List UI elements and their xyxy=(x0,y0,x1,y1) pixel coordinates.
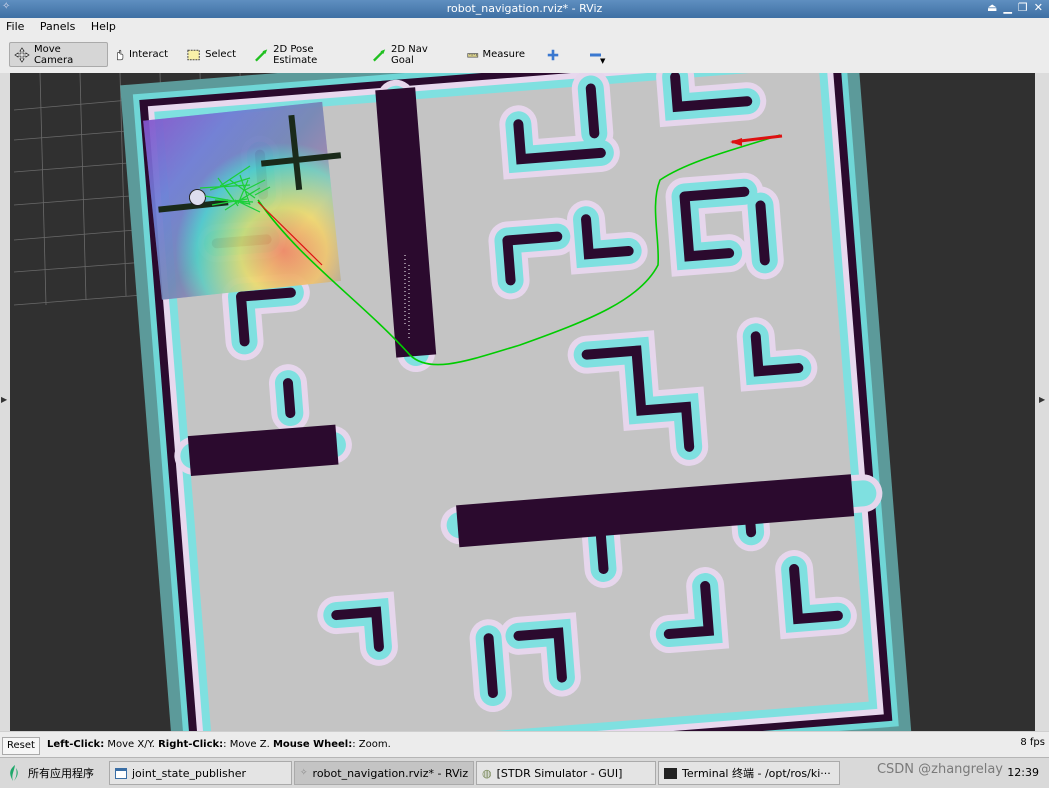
watermark: CSDN @zhangrelay xyxy=(876,762,1003,777)
select-rect-icon xyxy=(187,49,200,60)
pose-arrow-icon xyxy=(255,48,268,62)
title-bar: ✧ robot_navigation.rviz* - RViz ⏏ ▁ ❐ ✕ xyxy=(0,0,1049,18)
task-label: joint_state_publisher xyxy=(132,766,247,780)
hint-left-key: Left-Click: xyxy=(47,739,105,750)
menu-file[interactable]: File xyxy=(0,18,30,33)
move-camera-tool[interactable]: Move Camera xyxy=(9,42,108,67)
ruler-icon xyxy=(467,52,479,58)
chevron-down-icon: ▼ xyxy=(600,56,606,65)
start-menu[interactable]: 所有应用程序 xyxy=(2,761,98,785)
select-label: Select xyxy=(205,49,236,60)
start-logo-icon xyxy=(10,765,18,781)
close-button[interactable]: ✕ xyxy=(1034,1,1043,14)
menu-bar: File Panels Help xyxy=(0,18,1049,37)
fps-counter: 8 fps xyxy=(1020,737,1045,748)
render-view[interactable] xyxy=(10,73,1035,731)
right-panel-handle[interactable]: ▶ xyxy=(1035,73,1049,731)
expand-right-icon: ▶ xyxy=(1039,395,1046,404)
plus-icon xyxy=(547,49,559,60)
reset-button[interactable]: Reset xyxy=(2,737,40,755)
measure-label: Measure xyxy=(482,49,526,60)
interact-tool[interactable]: Interact xyxy=(110,42,172,67)
menu-panels[interactable]: Panels xyxy=(34,18,81,33)
remove-tool-button[interactable]: ▼ xyxy=(584,42,612,67)
window-icon xyxy=(115,767,127,779)
left-panel-handle[interactable]: ▶ xyxy=(0,73,10,731)
select-tool[interactable]: Select xyxy=(182,42,240,67)
start-label: 所有应用程序 xyxy=(28,767,94,780)
mouse-hint: Left-Click: Move X/Y. Right-Click:: Move… xyxy=(47,739,391,750)
add-tool-button[interactable] xyxy=(542,42,564,67)
hint-right-key: Right-Click: xyxy=(158,739,224,750)
hint-left-text: Move X/Y. xyxy=(104,739,159,750)
tool-bar: Move Camera Interact Select 2D Pose Esti… xyxy=(0,37,1049,74)
nav-goal-tool[interactable]: 2D Nav Goal xyxy=(368,42,454,67)
expand-left-icon: ▶ xyxy=(1,395,8,404)
hand-pointer-icon xyxy=(117,49,124,60)
move-camera-label: Move Camera xyxy=(33,43,74,66)
hint-right-text: : Move Z. xyxy=(223,739,273,750)
task-joint-state-publisher[interactable]: joint_state_publisher xyxy=(109,761,292,785)
nav-goal-label: 2D Nav Goal xyxy=(391,43,428,66)
hint-wheel-text: : Zoom. xyxy=(352,739,391,750)
goal-arrow-icon xyxy=(373,48,386,61)
move-camera-icon xyxy=(14,46,30,63)
clock: 12:39 xyxy=(1007,766,1039,779)
minimize-button[interactable]: ▁ xyxy=(1003,1,1011,14)
task-label: Terminal 终端 - /opt/ros/ki··· xyxy=(682,767,831,780)
pose-estimate-label: 2D Pose Estimate xyxy=(273,43,318,66)
task-stdr-simulator[interactable]: ◍ [STDR Simulator - GUI] xyxy=(476,761,656,785)
rviz-icon: ✧ xyxy=(300,768,308,778)
task-terminal[interactable]: Terminal 终端 - /opt/ros/ki··· xyxy=(658,761,840,785)
status-bar: Reset Left-Click: Move X/Y. Right-Click:… xyxy=(0,731,1049,758)
maximize-button[interactable]: ❐ xyxy=(1018,1,1028,14)
measure-tool[interactable]: Measure xyxy=(463,42,529,67)
hint-wheel-key: Mouse Wheel: xyxy=(272,739,353,750)
window-title: robot_navigation.rviz* - RViz xyxy=(446,2,603,15)
task-label: robot_navigation.rviz* - RViz xyxy=(312,766,469,780)
interact-label: Interact xyxy=(128,49,168,60)
taskbar: 所有应用程序 joint_state_publisher ✧ robot_nav… xyxy=(0,757,1049,788)
terminal-icon xyxy=(664,767,677,779)
stdr-icon: ◍ xyxy=(482,766,492,780)
task-label: [STDR Simulator - GUI] xyxy=(496,766,623,780)
pose-estimate-tool[interactable]: 2D Pose Estimate xyxy=(250,42,360,67)
map-canvas[interactable] xyxy=(10,73,1035,731)
menu-help[interactable]: Help xyxy=(85,18,122,33)
shade-icon[interactable]: ⏏ xyxy=(987,1,997,14)
task-rviz[interactable]: ✧ robot_navigation.rviz* - RViz xyxy=(294,761,474,785)
